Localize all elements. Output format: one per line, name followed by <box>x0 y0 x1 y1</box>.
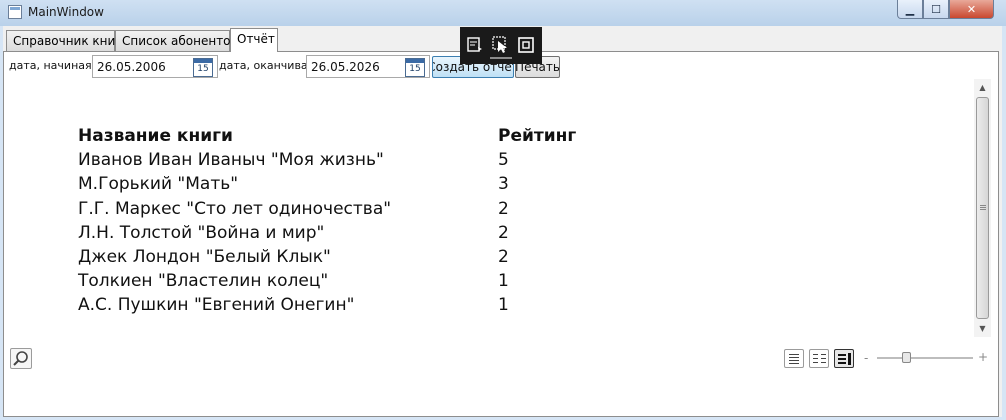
row-rating: 2 <box>498 247 509 267</box>
column-header-rating: Рейтинг <box>498 126 577 146</box>
row-rating: 1 <box>498 295 509 315</box>
row-title: А.С. Пушкин "Евгений Онегин" <box>78 295 355 315</box>
window-icon <box>8 5 22 19</box>
start-date-picker[interactable]: 26.05.2006 15 <box>92 55 218 78</box>
start-date-label: дата, начиная с <box>9 59 102 72</box>
window-title: MainWindow <box>28 5 104 19</box>
row-rating: 2 <box>498 199 509 219</box>
maximize-button[interactable]: ☐ <box>923 0 949 19</box>
row-title: М.Горький "Мать" <box>78 174 239 194</box>
row-rating: 1 <box>498 271 509 291</box>
tab-report[interactable]: Отчёт <box>230 28 278 52</box>
tab-books[interactable]: Справочник книг <box>6 30 122 51</box>
two-column-view-button[interactable] <box>809 349 829 368</box>
calendar-icon[interactable]: 15 <box>405 58 425 77</box>
calendar-icon[interactable]: 15 <box>193 58 213 77</box>
row-rating: 3 <box>498 174 509 194</box>
title-bar <box>0 0 1006 26</box>
row-title: Л.Н. Толстой "Война и мир" <box>78 223 325 243</box>
end-date-label: дата, оканчивая <box>219 59 315 72</box>
maximize-icon: ☐ <box>931 2 941 16</box>
thumb-grip <box>980 205 986 206</box>
close-button[interactable]: ✕ <box>949 0 994 19</box>
find-button[interactable] <box>10 348 32 369</box>
overlay-indicator <box>490 57 512 59</box>
single-column-view-button[interactable] <box>784 349 804 368</box>
scroll-up-arrow-icon[interactable]: ▲ <box>974 79 991 96</box>
magnifier-icon <box>13 351 28 366</box>
scroll-down-arrow-icon[interactable]: ▼ <box>974 320 991 337</box>
row-title: Иванов Иван Иваныч "Моя жизнь" <box>78 150 384 170</box>
column-header-title: Название книги <box>78 126 233 146</box>
tab-label: Список абонентов <box>122 34 238 48</box>
zoom-slider-track[interactable] <box>877 357 973 359</box>
end-date-value: 26.05.2026 <box>311 60 380 74</box>
scroll-view-button[interactable] <box>834 349 854 368</box>
start-date-value: 26.05.2006 <box>97 60 166 74</box>
row-rating: 2 <box>498 223 509 243</box>
zoom-out-button[interactable]: - <box>864 351 868 365</box>
row-title: Джек Лондон "Белый Клык" <box>78 247 331 267</box>
frame-icon[interactable] <box>517 36 535 54</box>
end-date-picker[interactable]: 26.05.2026 15 <box>306 55 430 78</box>
zoom-slider-thumb[interactable] <box>902 352 911 363</box>
tab-label: Справочник книг <box>13 34 122 48</box>
row-title: Толкиен "Властелин колец" <box>78 271 329 291</box>
close-icon: ✕ <box>966 2 977 16</box>
thumb-grip <box>980 207 986 208</box>
tab-subscribers[interactable]: Список абонентов <box>115 30 238 51</box>
row-title: Г.Г. Маркес "Сто лет одиночества" <box>78 199 392 219</box>
minimize-button[interactable]: ▁ <box>897 0 923 19</box>
thumb-grip <box>980 209 986 210</box>
select-element-icon[interactable] <box>466 36 484 54</box>
tab-label: Отчёт <box>237 32 275 46</box>
row-rating: 5 <box>498 150 509 170</box>
scroll-thumb[interactable] <box>976 97 989 319</box>
minimize-icon: ▁ <box>905 2 915 16</box>
vertical-scrollbar[interactable]: ▲ ▼ <box>974 79 991 337</box>
zoom-in-button[interactable]: + <box>978 350 988 364</box>
cursor-icon[interactable] <box>492 36 510 54</box>
